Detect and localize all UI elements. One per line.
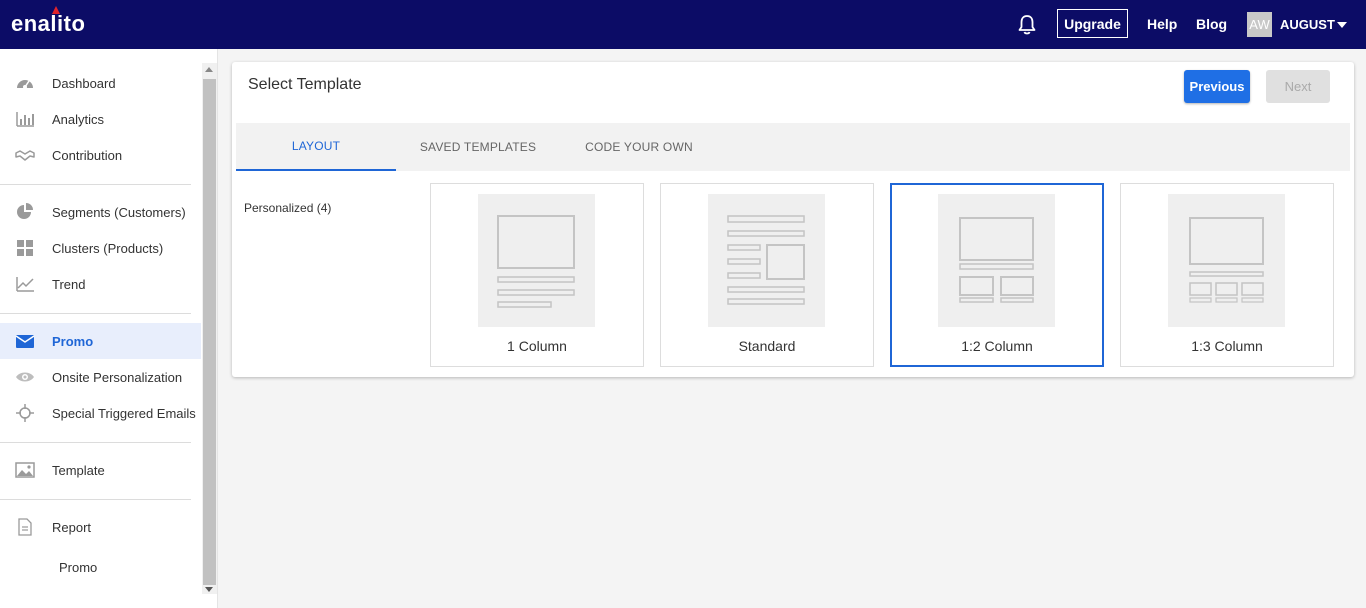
avatar[interactable]: AW <box>1247 12 1272 37</box>
top-bar: enalito Upgrade Help Blog AW AUGUST <box>0 0 1366 49</box>
sidebar-item-promo[interactable]: Promo <box>0 323 201 359</box>
envelope-icon <box>15 335 35 348</box>
handshake-icon <box>15 150 35 161</box>
document-icon <box>18 518 32 536</box>
sidebar-item-label: Report <box>52 519 92 535</box>
previous-button[interactable]: Previous <box>1184 70 1250 103</box>
scroll-down-icon[interactable] <box>205 587 213 592</box>
sidebar-item-label: Dashboard <box>52 75 116 91</box>
tab-bar: LAYOUT SAVED TEMPLATES CODE YOUR OWN <box>236 123 1350 171</box>
sidebar-item-label: Segments (Customers) <box>52 204 186 220</box>
sidebar-item-label: Onsite Personalization <box>52 369 183 385</box>
template-thumbnail <box>938 194 1055 327</box>
sidebar-divider <box>0 499 191 500</box>
sidebar-item-contribution[interactable]: Contribution <box>0 137 201 173</box>
template-label: Standard <box>738 338 796 354</box>
sidebar-item-dashboard[interactable]: Dashboard <box>0 65 201 101</box>
sidebar-item-onsite-personalization[interactable]: Onsite Personalization <box>0 359 201 395</box>
sidebar-item-analytics[interactable]: Analytics <box>0 101 201 137</box>
category-personalized[interactable]: Personalized (4) <box>244 201 331 215</box>
tab-saved-templates[interactable]: SAVED TEMPLATES <box>408 123 548 171</box>
template-label: 1:2 Column <box>961 338 1033 354</box>
bell-icon[interactable] <box>1017 14 1037 36</box>
sidebar-divider <box>0 184 191 185</box>
grid-icon <box>17 240 33 256</box>
sidebar-item-label: Special Triggered Emails <box>52 405 196 421</box>
crosshair-icon <box>16 404 34 422</box>
chevron-down-icon[interactable] <box>1337 22 1347 28</box>
sidebar-item-label: Template <box>52 462 105 478</box>
logo[interactable]: enalito <box>11 11 85 37</box>
sidebar-item-special-triggered-emails[interactable]: Special Triggered Emails <box>0 395 201 431</box>
trend-icon <box>16 277 34 292</box>
sidebar-divider <box>0 442 191 443</box>
sidebar-item-segments[interactable]: Segments (Customers) <box>0 194 201 230</box>
template-label: 1 Column <box>507 338 567 354</box>
bar-chart-icon <box>16 112 34 127</box>
sidebar-item-label: Contribution <box>52 147 123 163</box>
blog-link[interactable]: Blog <box>1196 16 1227 32</box>
user-menu[interactable]: AUGUST <box>1280 17 1335 32</box>
sidebar-subitem-promo[interactable]: Promo <box>59 560 97 575</box>
template-card-1-3-column[interactable]: 1:3 Column <box>1120 183 1334 367</box>
sidebar-item-label: Analytics <box>52 111 105 127</box>
scroll-thumb[interactable] <box>203 79 216 585</box>
template-thumbnail <box>1168 194 1285 327</box>
sidebar-item-report[interactable]: Report <box>0 509 201 545</box>
template-card-1-2-column[interactable]: 1:2 Column <box>890 183 1104 367</box>
tab-layout[interactable]: LAYOUT <box>236 123 396 171</box>
upgrade-button[interactable]: Upgrade <box>1057 9 1128 38</box>
sidebar-divider <box>0 313 191 314</box>
eye-icon <box>16 372 34 382</box>
sidebar-item-template[interactable]: Template <box>0 452 201 488</box>
scroll-up-icon[interactable] <box>205 67 213 72</box>
pie-chart-icon <box>17 203 33 219</box>
sidebar-item-label: Trend <box>52 276 86 292</box>
template-thumbnail <box>478 194 595 327</box>
tab-code-your-own[interactable]: CODE YOUR OWN <box>576 123 702 171</box>
sidebar-item-label: Clusters (Products) <box>52 240 164 256</box>
logo-mark-icon <box>52 6 60 14</box>
next-button[interactable]: Next <box>1266 70 1330 103</box>
help-link[interactable]: Help <box>1147 16 1177 32</box>
template-card-1-column[interactable]: 1 Column <box>430 183 644 367</box>
template-label: 1:3 Column <box>1191 338 1263 354</box>
image-icon <box>15 462 35 478</box>
sidebar: Dashboard Analytics Contribution Segment… <box>0 49 218 608</box>
page-title: Select Template <box>248 76 362 93</box>
sidebar-item-trend[interactable]: Trend <box>0 266 201 302</box>
select-template-card: Select Template Previous Next LAYOUT SAV… <box>232 62 1354 377</box>
dashboard-icon <box>17 80 33 89</box>
sidebar-scrollbar[interactable] <box>202 63 217 594</box>
sidebar-item-label: Promo <box>52 333 94 349</box>
template-card-standard[interactable]: Standard <box>660 183 874 367</box>
template-thumbnail <box>708 194 825 327</box>
sidebar-item-clusters[interactable]: Clusters (Products) <box>0 230 201 266</box>
